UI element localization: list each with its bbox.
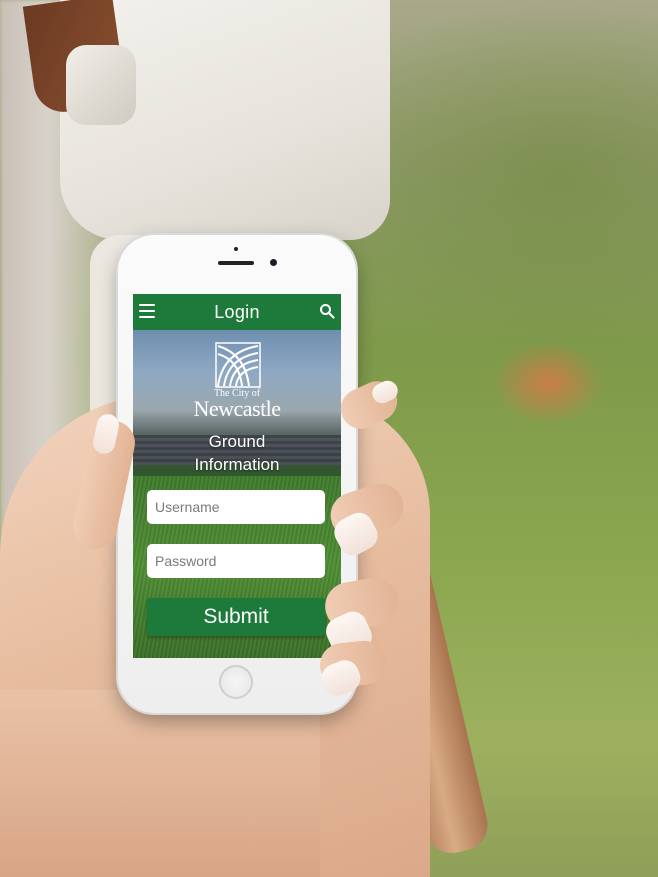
stadium-hero: The City of Newcastle Ground Information [133, 330, 341, 476]
phone-screen: Login The City of Newcastle Ground Infor… [133, 294, 341, 658]
page-title: Login [214, 302, 260, 322]
username-input[interactable] [147, 490, 325, 524]
search-icon[interactable] [319, 303, 335, 319]
subtitle-line-1: Ground [208, 432, 266, 451]
home-button[interactable] [219, 665, 253, 699]
app-subtitle: Ground Information [133, 430, 341, 476]
newcastle-logo-icon [215, 342, 261, 388]
wrist [0, 690, 320, 877]
phone-camera [270, 259, 277, 266]
subtitle-line-2: Information [194, 455, 280, 474]
batting-glove [66, 45, 136, 125]
phone-speaker [218, 261, 254, 265]
smartphone: Login The City of Newcastle Ground Infor… [118, 235, 356, 713]
password-input[interactable] [147, 544, 325, 578]
city-name: Newcastle [193, 396, 281, 421]
phone-sensor [234, 247, 238, 251]
submit-button[interactable]: Submit [147, 598, 325, 636]
app-bar: Login [133, 294, 341, 330]
